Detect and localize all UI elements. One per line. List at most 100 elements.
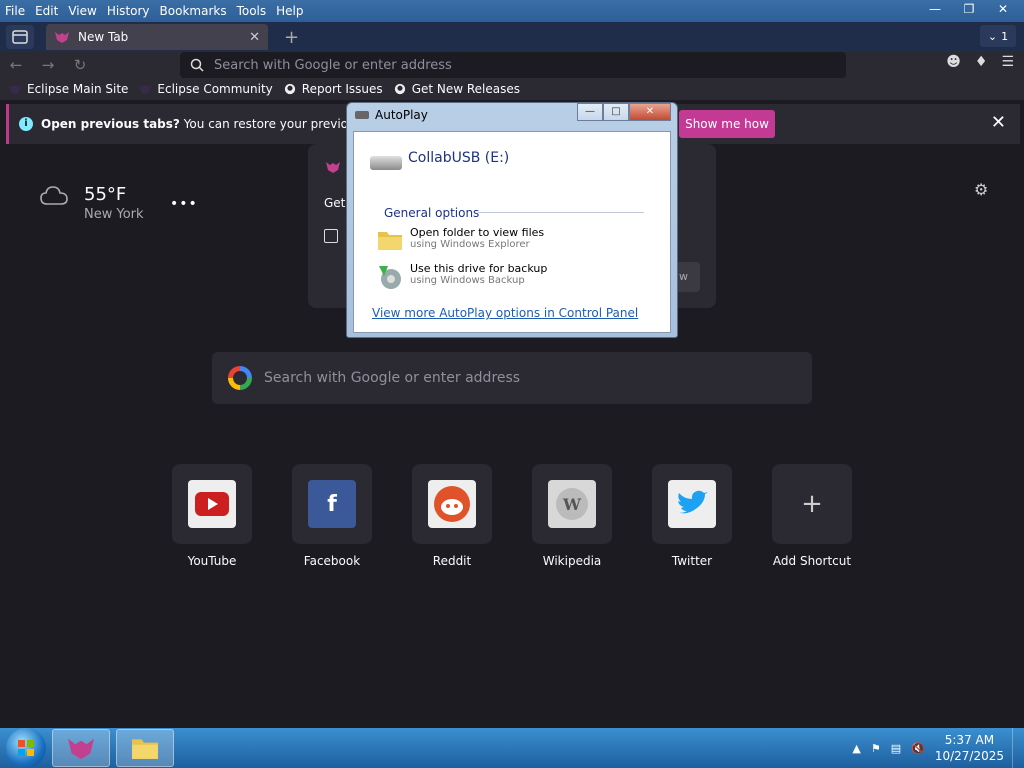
account-icon[interactable]: ☻ [946,54,961,70]
dialog-body: CollabUSB (E:) General options Open fold… [353,131,671,333]
show-desktop-button[interactable] [1012,728,1024,768]
navigation-bar: ← → ↻ Search with Google or enter addres… [0,52,1024,78]
reload-button[interactable]: ↻ [64,56,96,74]
shortcut-label: Twitter [671,554,713,568]
info-icon: i [19,117,33,131]
toolbar-right: ☻ ♦ ☰ [946,54,1014,70]
reddit-icon [428,480,476,528]
bookmark-label: Eclipse Community [157,82,273,96]
minimize-button[interactable]: — [920,0,950,18]
add-shortcut-button[interactable]: + Add Shortcut [772,464,852,568]
google-search-box[interactable]: Search with Google or enter address [212,352,812,404]
firefox-view-button[interactable] [6,25,34,49]
menu-file[interactable]: File [0,0,30,22]
weather-temperature: 55°F [84,184,127,205]
extensions-icon[interactable]: ♦ [975,54,988,70]
chevron-down-icon: ⌄ [987,29,998,43]
bookmark-get-new-releases[interactable]: Get New Releases [393,82,520,96]
back-button[interactable]: ← [0,56,32,74]
plus-icon: + [801,489,823,519]
window-controls: — ❐ ✕ [920,0,1018,18]
restore-button[interactable]: ❐ [954,0,984,18]
taskbar-browser[interactable] [52,729,110,767]
folder-icon [132,739,158,759]
shortcut-tile [172,464,252,544]
folder-icon [378,232,402,250]
menu-tools[interactable]: Tools [232,0,272,22]
bookmark-eclipse-main[interactable]: Eclipse Main Site [8,82,128,96]
new-tab-button[interactable]: + [284,27,299,48]
bookmark-label: Report Issues [301,82,383,96]
menu-view[interactable]: View [63,0,101,22]
tab-strip: New Tab ✕ + ⌄ 1 [0,22,1024,52]
weather-more-options-icon[interactable]: ••• [170,196,198,212]
weather-widget[interactable]: 55°F New York [40,184,144,222]
wikipedia-icon: W [548,480,596,528]
clock-time: 5:37 AM [944,733,995,747]
volume-muted-icon[interactable]: 🔇 [911,742,925,755]
menu-help[interactable]: Help [271,0,308,22]
menu-icon[interactable]: ☰ [1001,54,1014,70]
tab-count: 1 [1001,29,1009,43]
bookmark-eclipse-community[interactable]: Eclipse Community [138,82,273,96]
dialog-window-controls: — □ ✕ [577,103,671,121]
network-icon[interactable]: ▤ [891,742,901,755]
close-notification-icon[interactable]: ✕ [991,112,1006,133]
gear-icon[interactable]: ⚙ [974,180,988,199]
menu-history[interactable]: History [102,0,155,22]
search-placeholder: Search with Google or enter address [264,370,521,386]
shortcut-tile: f [292,464,372,544]
menu-bar: File Edit View History Bookmarks Tools H… [0,0,1024,22]
windows-logo-icon [18,740,34,756]
shortcut-wikipedia[interactable]: W Wikipedia [532,464,612,568]
github-icon [284,83,295,95]
menu-bookmarks[interactable]: Bookmarks [155,0,232,22]
close-tab-icon[interactable]: ✕ [249,30,260,45]
promo-checkbox[interactable] [324,229,338,243]
dialog-minimize-button[interactable]: — [577,103,603,121]
autoplay-dialog: AutoPlay — □ ✕ CollabUSB (E:) General op… [346,102,678,338]
control-panel-link[interactable]: View more AutoPlay options in Control Pa… [372,306,638,320]
taskbar-explorer[interactable] [116,729,174,767]
show-me-how-button[interactable]: Show me how [679,110,775,138]
address-placeholder: Search with Google or enter address [214,57,452,73]
close-window-button[interactable]: ✕ [988,0,1018,18]
shortcut-tile: W [532,464,612,544]
option-subtitle: using Windows Explorer [410,239,530,250]
promo-text: Get [324,196,346,210]
firefox-view-icon [12,30,28,44]
cloud-icon [40,186,68,205]
shortcut-reddit[interactable]: Reddit [412,464,492,568]
usb-drive-icon [370,156,402,170]
shortcut-youtube[interactable]: YouTube [172,464,252,568]
dialog-close-button[interactable]: ✕ [629,103,671,121]
dialog-maximize-button[interactable]: □ [603,103,629,121]
youtube-icon [188,480,236,528]
forward-button[interactable]: → [32,56,64,74]
twitter-icon [668,480,716,528]
bookmark-report-issues[interactable]: Report Issues [283,82,383,96]
dialog-title: AutoPlay [375,108,428,122]
clock[interactable]: 5:37 AM 10/27/2025 [935,732,1004,764]
general-options-heading: General options [384,206,480,220]
shortcut-twitter[interactable]: Twitter [652,464,732,568]
option-backup[interactable]: Use this drive for backup using Windows … [376,262,547,290]
tab-new-tab[interactable]: New Tab ✕ [46,24,268,50]
option-open-folder[interactable]: Open folder to view files using Windows … [376,226,544,254]
shortcut-label: YouTube [187,554,237,568]
action-center-icon[interactable]: ⚑ [871,742,881,755]
clock-date: 10/27/2025 [934,749,1004,763]
bookmark-label: Get New Releases [411,82,521,96]
option-title: Open folder to view files [410,226,545,239]
show-hidden-icons[interactable]: ▲ [852,742,860,755]
github-icon [394,83,405,95]
facebook-icon: f [308,480,356,528]
bookmarks-toolbar: Eclipse Main Site Eclipse Community Repo… [0,78,1024,100]
menu-edit[interactable]: Edit [30,0,63,22]
address-bar[interactable]: Search with Google or enter address [180,52,846,78]
list-all-tabs-button[interactable]: ⌄ 1 [980,25,1016,47]
shortcut-label: Facebook [303,554,361,568]
shortcut-facebook[interactable]: f Facebook [292,464,372,568]
start-button[interactable] [6,728,46,768]
shortcut-tile [412,464,492,544]
